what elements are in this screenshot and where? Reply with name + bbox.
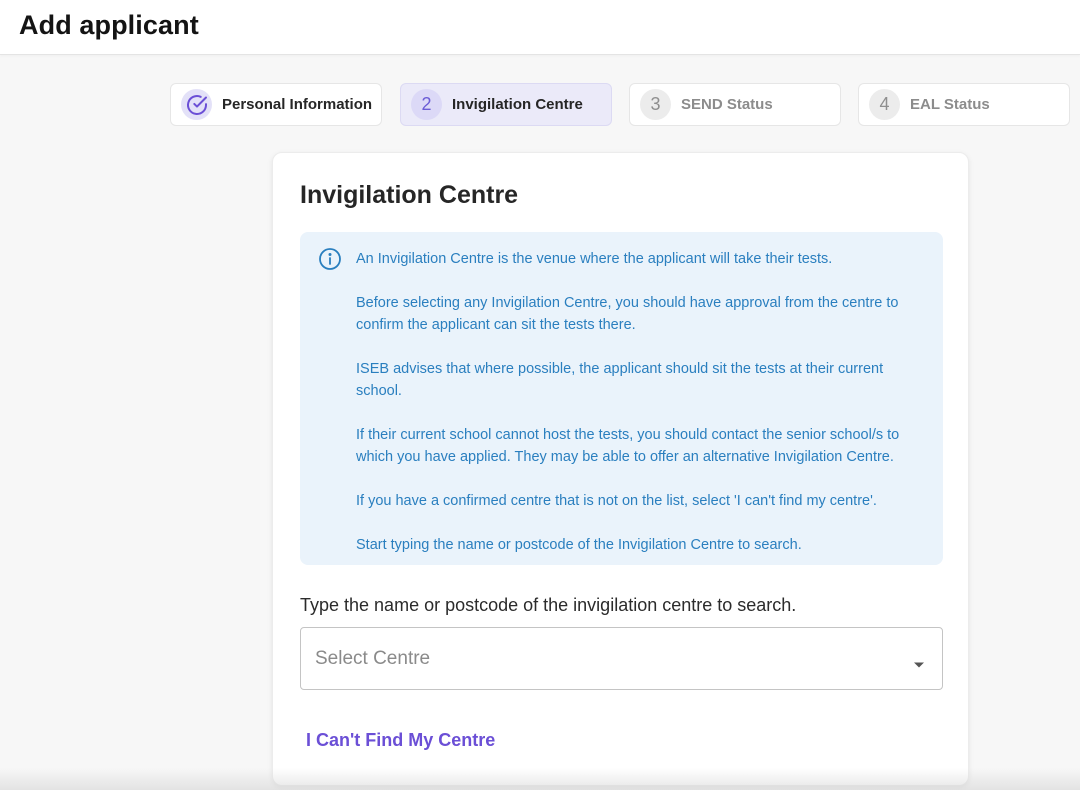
check-circle-icon — [181, 89, 212, 120]
step-eal-status[interactable]: 4 EAL Status — [858, 83, 1070, 126]
step-personal-information[interactable]: Personal Information — [170, 83, 382, 126]
info-paragraph: Start typing the name or postcode of the… — [356, 537, 802, 553]
select-placeholder: Select Centre — [315, 647, 431, 669]
step-label: SEND Status — [681, 96, 773, 113]
select-centre-dropdown[interactable]: Select Centre — [300, 627, 943, 690]
card-title: Invigilation Centre — [300, 181, 519, 209]
step-send-status[interactable]: 3 SEND Status — [629, 83, 841, 126]
step-number: 4 — [869, 89, 900, 120]
info-box: An Invigilation Centre is the venue wher… — [300, 232, 943, 565]
info-icon — [318, 247, 342, 271]
cant-find-centre-link[interactable]: I Can't Find My Centre — [306, 730, 495, 751]
step-number: 2 — [411, 89, 442, 120]
info-paragraph: Before selecting any Invigilation Centre… — [356, 295, 899, 333]
centre-search-label: Type the name or postcode of the invigil… — [300, 595, 797, 615]
caret-down-icon — [913, 656, 925, 668]
invigilation-centre-card: Invigilation Centre An Invigilation Cent… — [272, 152, 969, 786]
step-number: 3 — [640, 89, 671, 120]
info-paragraph: If you have a confirmed centre that is n… — [356, 493, 877, 509]
info-paragraph: If their current school cannot host the … — [356, 427, 900, 465]
step-invigilation-centre[interactable]: 2 Invigilation Centre — [400, 83, 612, 126]
step-label: EAL Status — [910, 96, 990, 113]
step-label: Invigilation Centre — [452, 96, 583, 113]
info-text: An Invigilation Centre is the venue wher… — [356, 248, 926, 578]
top-bar: Add applicant — [0, 0, 1080, 55]
step-label: Personal Information — [222, 96, 373, 113]
info-paragraph: ISEB advises that where possible, the ap… — [356, 361, 884, 399]
info-paragraph: An Invigilation Centre is the venue wher… — [356, 251, 833, 267]
page-title: Add applicant — [19, 10, 199, 40]
